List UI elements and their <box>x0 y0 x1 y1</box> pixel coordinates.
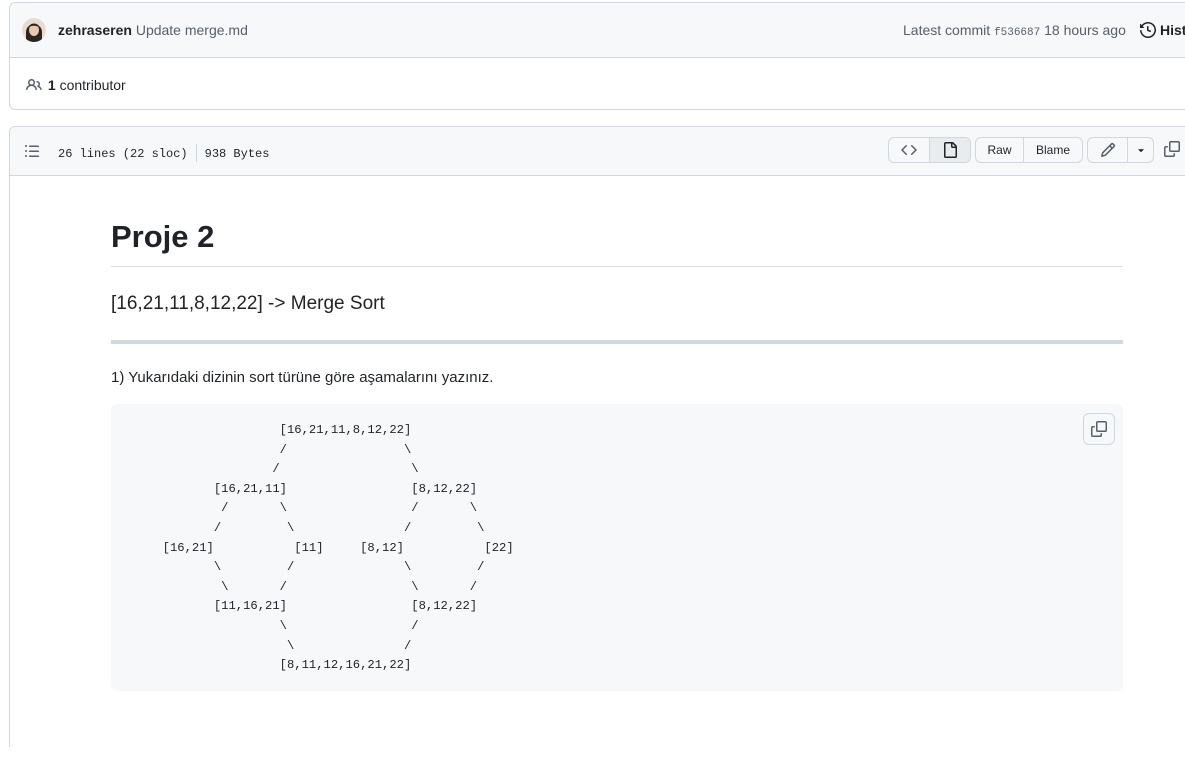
horizontal-rule <box>111 340 1123 344</box>
commit-message-link[interactable]: Update merge.md <box>136 22 248 38</box>
raw-button[interactable]: Raw <box>975 137 1024 163</box>
commit-row: zehraseren Update merge.md Latest commit… <box>10 3 1185 58</box>
pencil-icon <box>1100 142 1115 158</box>
copy-raw-button[interactable] <box>1164 141 1180 162</box>
contributors-link[interactable]: 1 contributor <box>26 77 126 93</box>
code-block: [16,21,11,8,12,22] / \ / \ [16,21,11] [8… <box>111 404 1123 691</box>
commit-author-link[interactable]: zehraseren <box>58 22 132 38</box>
raw-blame-group: Raw Blame <box>975 137 1083 163</box>
commit-message: zehraseren Update merge.md <box>58 22 248 38</box>
file-lines: 26 lines (22 sloc) <box>58 147 188 161</box>
latest-commit-label: Latest commit <box>903 22 991 38</box>
section-heading: [16,21,11,8,12,22] -> Merge Sort <box>111 293 385 314</box>
file-header: 26 lines (22 sloc) 938 Bytes Raw Blame <box>10 127 1185 176</box>
history-link[interactable]: History <box>1140 21 1185 39</box>
contributor-count: 1 <box>47 77 56 93</box>
blame-button[interactable]: Blame <box>1024 137 1083 163</box>
file-viewer: 26 lines (22 sloc) 938 Bytes Raw Blame P… <box>9 126 1185 747</box>
history-label: History <box>1160 22 1185 38</box>
edit-dropdown-button[interactable] <box>1128 137 1154 163</box>
code-icon <box>901 144 917 156</box>
question-paragraph: 1) Yukarıdaki dizinin sort türüne göre a… <box>111 369 494 386</box>
page-title: Proje 2 <box>111 219 215 254</box>
copy-icon <box>1164 141 1180 157</box>
commit-sha-link[interactable]: f536687 <box>994 27 1040 39</box>
edit-button[interactable] <box>1087 137 1128 163</box>
latest-commit-box: zehraseren Update merge.md Latest commit… <box>9 2 1185 110</box>
title-underline <box>111 266 1123 267</box>
commit-time: 18 hours ago <box>1044 22 1126 38</box>
history-icon <box>1140 21 1157 39</box>
preview-button[interactable] <box>930 137 971 163</box>
people-icon <box>26 78 42 91</box>
file-size: 938 Bytes <box>204 147 270 161</box>
divider <box>195 144 197 162</box>
code-content: [16,21,11,8,12,22] / \ / \ [16,21,11] [8… <box>162 423 514 673</box>
list-icon[interactable] <box>24 143 40 164</box>
author-avatar[interactable] <box>22 18 46 42</box>
file-icon <box>944 142 957 158</box>
copy-icon <box>1091 421 1107 437</box>
copy-code-button[interactable] <box>1083 413 1115 445</box>
contributor-label: contributor <box>59 77 126 93</box>
commit-meta: Latest commit f536687 18 hours ago <box>903 22 1126 39</box>
view-mode-toggle <box>888 137 971 163</box>
edit-group <box>1087 137 1154 163</box>
triangle-down-icon <box>1137 149 1144 153</box>
file-info: 26 lines (22 sloc) 938 Bytes <box>58 144 269 162</box>
code-view-button[interactable] <box>888 137 930 163</box>
